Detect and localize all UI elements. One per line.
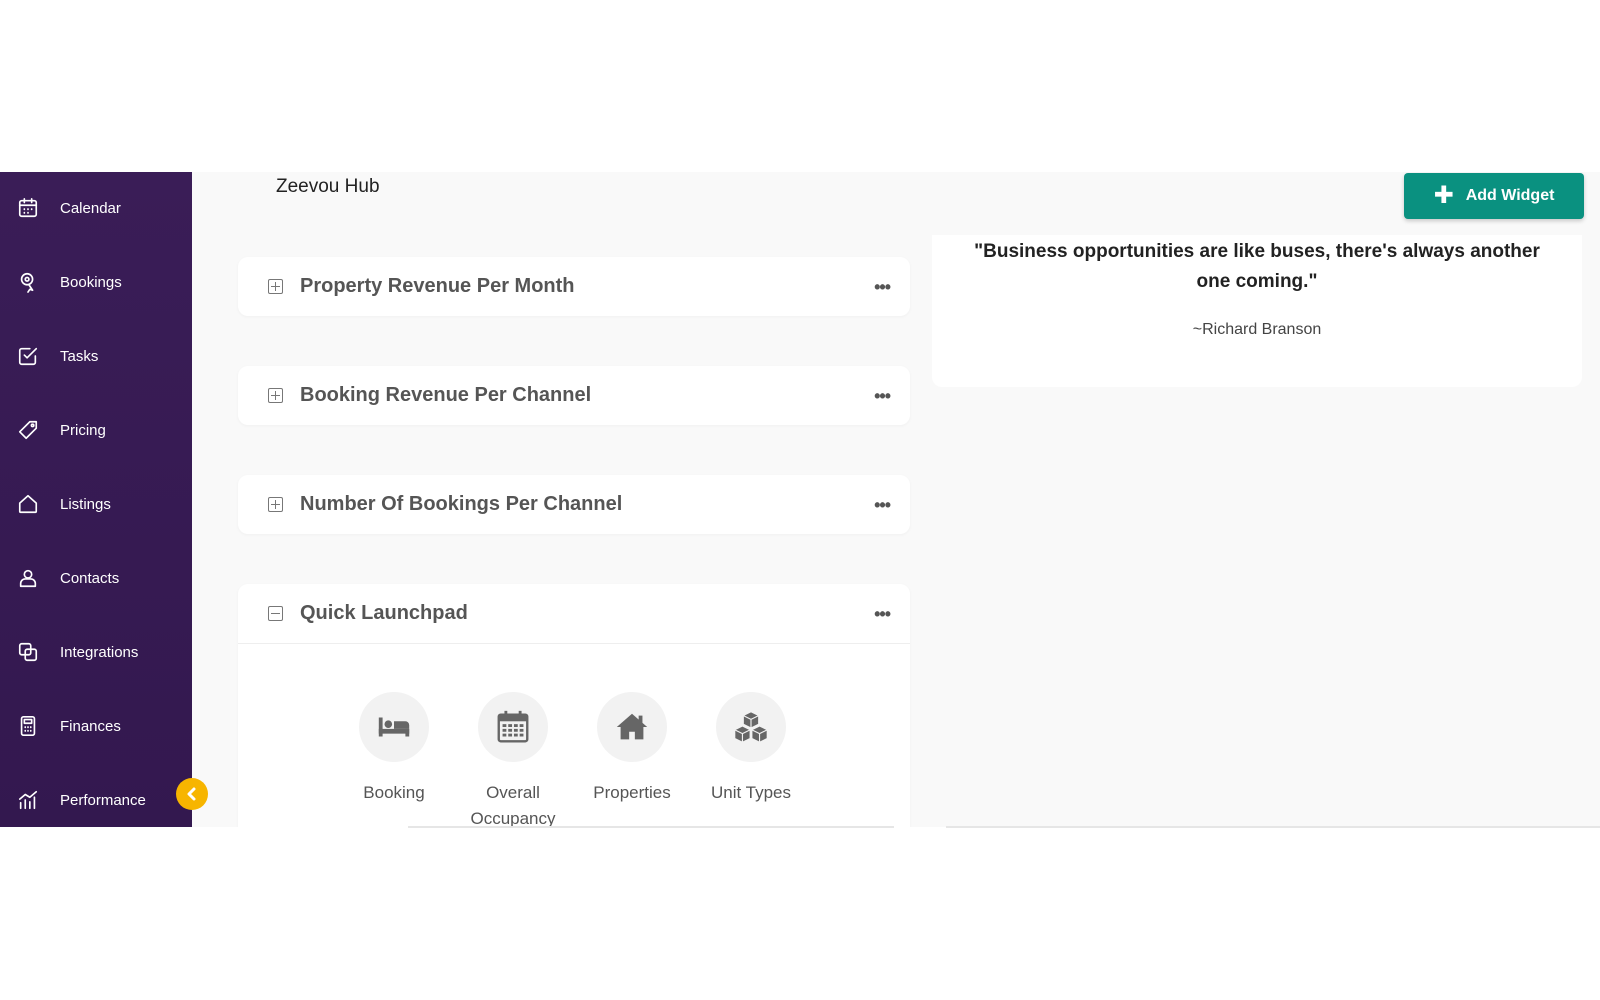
- divider: [408, 826, 894, 828]
- launchpad-label: Properties: [593, 783, 671, 802]
- launchpad-label: Booking: [363, 783, 425, 802]
- quote-text: "Business opportunities are like buses, …: [974, 241, 1540, 292]
- more-options-icon[interactable]: •••: [874, 604, 891, 625]
- more-options-icon[interactable]: •••: [874, 386, 891, 407]
- bed-icon: [378, 717, 410, 737]
- sidebar-item-finances[interactable]: Finances: [0, 702, 192, 750]
- widget-number-of-bookings: Number Of Bookings Per Channel •••: [238, 475, 910, 534]
- integrations-icon: [16, 640, 40, 664]
- launchpad-body: Booking Overall Occupancy Properties Uni…: [238, 643, 910, 827]
- sidebar-item-integrations[interactable]: Integrations: [0, 628, 192, 676]
- launchpad-overall-occupancy[interactable]: Overall Occupancy: [463, 692, 563, 827]
- widget-title: Booking Revenue Per Channel: [300, 384, 592, 406]
- app-viewport: Calendar Bookings Tasks Pricing Listings: [0, 172, 1600, 827]
- launchpad-label: Unit Types: [710, 783, 791, 802]
- widget-title: Number Of Bookings Per Channel: [300, 493, 623, 515]
- sidebar-item-bookings[interactable]: Bookings: [0, 258, 192, 306]
- page-title: Zeevou Hub: [276, 176, 380, 197]
- add-widget-label: Add Widget: [1465, 187, 1555, 204]
- sidebar-item-label: Contacts: [60, 569, 120, 587]
- expand-icon[interactable]: [268, 388, 283, 403]
- more-options-icon[interactable]: •••: [874, 495, 891, 516]
- quote-author: ~Richard Branson: [1192, 321, 1322, 338]
- launchpad-circle: [359, 692, 429, 762]
- cubes-icon: [734, 711, 768, 743]
- launchpad-label: Overall Occupancy: [470, 783, 556, 827]
- widget-property-revenue: Property Revenue Per Month •••: [238, 257, 910, 316]
- tasks-icon: [16, 344, 40, 368]
- house-icon: [616, 713, 648, 740]
- pricing-tag-icon: [16, 418, 40, 442]
- finances-calculator-icon: [16, 714, 40, 738]
- widget-header: Number Of Bookings Per Channel •••: [238, 475, 910, 534]
- sidebar-item-label: Integrations: [60, 643, 139, 661]
- sidebar-item-calendar[interactable]: Calendar: [0, 184, 192, 232]
- sidebar-item-tasks[interactable]: Tasks: [0, 332, 192, 380]
- quote-widget: "Business opportunities are like buses, …: [932, 235, 1582, 387]
- sidebar-item-listings[interactable]: Listings: [0, 480, 192, 528]
- plus-icon: ✚: [1433, 182, 1454, 209]
- sidebar-item-label: Listings: [60, 495, 111, 513]
- sidebar-collapse-button[interactable]: [176, 778, 208, 810]
- sidebar: Calendar Bookings Tasks Pricing Listings: [0, 172, 192, 827]
- widget-header: Booking Revenue Per Channel •••: [238, 366, 910, 425]
- sidebar-item-pricing[interactable]: Pricing: [0, 406, 192, 454]
- contacts-user-icon: [16, 566, 40, 590]
- more-options-icon[interactable]: •••: [874, 277, 891, 298]
- sidebar-item-label: Pricing: [60, 421, 106, 439]
- sidebar-item-label: Bookings: [60, 273, 122, 291]
- launchpad-unit-types[interactable]: Unit Types: [701, 692, 801, 806]
- launchpad-properties[interactable]: Properties: [582, 692, 682, 806]
- widget-title: Property Revenue Per Month: [300, 275, 575, 297]
- bookings-icon: [16, 270, 40, 294]
- sidebar-item-contacts[interactable]: Contacts: [0, 554, 192, 602]
- widget-header: Property Revenue Per Month •••: [238, 257, 910, 316]
- widget-booking-revenue: Booking Revenue Per Channel •••: [238, 366, 910, 425]
- sidebar-item-label: Tasks: [60, 347, 99, 365]
- collapse-icon[interactable]: [268, 606, 283, 621]
- sidebar-item-performance[interactable]: Performance: [0, 776, 192, 824]
- launchpad-booking[interactable]: Booking: [344, 692, 444, 806]
- widget-header: Quick Launchpad •••: [238, 584, 910, 643]
- launchpad-circle: [478, 692, 548, 762]
- listings-home-icon: [16, 492, 40, 516]
- launchpad-circle: [716, 692, 786, 762]
- sidebar-item-label: Performance: [60, 791, 146, 809]
- sidebar-item-label: Finances: [60, 717, 121, 735]
- expand-icon[interactable]: [268, 497, 283, 512]
- chevron-left-icon: [187, 787, 196, 801]
- widget-title: Quick Launchpad: [300, 602, 468, 624]
- expand-icon[interactable]: [268, 279, 283, 294]
- calendar-icon: [16, 196, 40, 220]
- calendar-grid-icon: [497, 710, 529, 743]
- launchpad-circle: [597, 692, 667, 762]
- sidebar-item-label: Calendar: [60, 199, 121, 217]
- performance-chart-icon: [16, 788, 40, 812]
- add-widget-button[interactable]: ✚ Add Widget: [1404, 173, 1584, 219]
- divider: [946, 826, 1600, 828]
- widget-quick-launchpad: Quick Launchpad ••• Booking Overall Occu…: [238, 584, 910, 827]
